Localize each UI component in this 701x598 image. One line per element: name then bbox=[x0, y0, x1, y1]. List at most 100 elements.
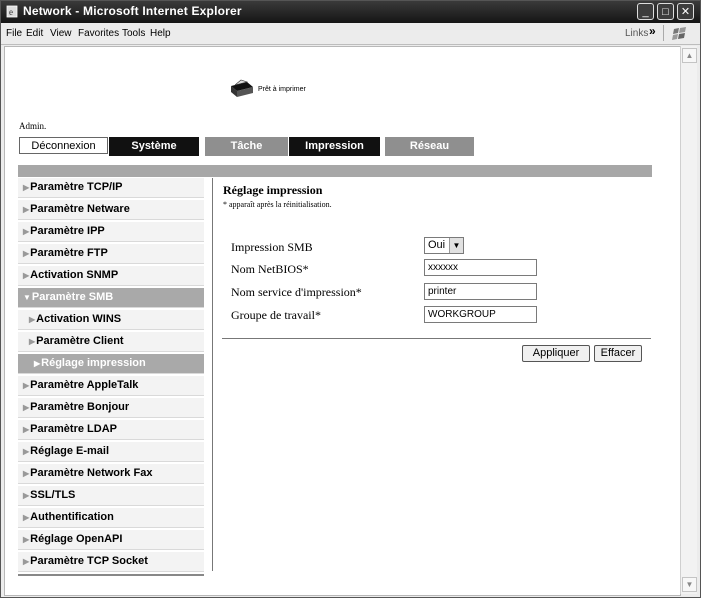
sidebar-item-label: Authentification bbox=[30, 511, 114, 523]
sidebar-item-label: Paramètre IPP bbox=[30, 225, 105, 237]
scroll-up-icon[interactable]: ▲ bbox=[682, 48, 697, 63]
sidebar-item-label: Paramètre AppleTalk bbox=[30, 379, 139, 391]
minimize-button[interactable]: _ bbox=[637, 3, 654, 20]
sidebar-item-appletalk[interactable]: ▶Paramètre AppleTalk bbox=[18, 376, 204, 396]
vertical-scrollbar[interactable]: ▲ ▼ bbox=[680, 46, 697, 594]
printer-icon bbox=[231, 79, 253, 97]
sidebar-item-label: Paramètre Netware bbox=[30, 203, 130, 215]
scroll-down-icon[interactable]: ▼ bbox=[682, 577, 697, 592]
menu-bar: File Edit View Favorites Tools Help Link… bbox=[1, 23, 700, 45]
menu-edit[interactable]: Edit bbox=[26, 28, 43, 39]
column-divider bbox=[212, 178, 213, 571]
links-chevron[interactable]: » bbox=[649, 24, 656, 38]
sidebar-item-email[interactable]: ▶Réglage E-mail bbox=[18, 442, 204, 462]
page-title: Réglage impression bbox=[223, 183, 323, 197]
triangle-right-icon: ▶ bbox=[23, 227, 30, 236]
sidebar-item-openapi[interactable]: ▶Réglage OpenAPI bbox=[18, 530, 204, 550]
smb-print-label: Impression SMB bbox=[231, 240, 313, 254]
triangle-right-icon: ▶ bbox=[23, 513, 30, 522]
logout-button[interactable]: Déconnexion bbox=[19, 137, 108, 154]
window-title: Network - Microsoft Internet Explorer bbox=[23, 4, 242, 18]
maximize-button[interactable]: □ bbox=[657, 3, 674, 20]
sidebar-divider bbox=[18, 574, 204, 576]
sidebar-item-label: Paramètre SMB bbox=[31, 291, 114, 303]
menu-tools[interactable]: Tools bbox=[122, 28, 145, 39]
sidebar-item-label: Paramètre Network Fax bbox=[30, 467, 153, 479]
sidebar-item-netware[interactable]: ▶Paramètre Netware bbox=[18, 200, 204, 220]
maximize-icon: □ bbox=[662, 6, 669, 18]
sidebar-item-label: Activation WINS bbox=[36, 313, 122, 325]
triangle-right-icon: ▶ bbox=[23, 469, 30, 478]
links-label[interactable]: Links bbox=[625, 28, 648, 39]
sidebar-item-ldap[interactable]: ▶Paramètre LDAP bbox=[18, 420, 204, 440]
triangle-down-icon: ▼ bbox=[23, 293, 31, 302]
triangle-right-icon: ▶ bbox=[23, 249, 30, 258]
sidebar-item-ftp[interactable]: ▶Paramètre FTP bbox=[18, 244, 204, 264]
sidebar-item-authentication[interactable]: ▶Authentification bbox=[18, 508, 204, 528]
menu-help[interactable]: Help bbox=[150, 28, 171, 39]
sidebar-item-bonjour[interactable]: ▶Paramètre Bonjour bbox=[18, 398, 204, 418]
triangle-right-icon: ▶ bbox=[23, 491, 30, 500]
workgroup-input[interactable]: WORKGROUP bbox=[424, 306, 537, 323]
sidebar-item-ipp[interactable]: ▶Paramètre IPP bbox=[18, 222, 204, 242]
tab-tache[interactable]: Tâche bbox=[205, 137, 288, 156]
close-icon: ✕ bbox=[680, 6, 691, 18]
triangle-right-icon: ▶ bbox=[23, 557, 30, 566]
sidebar-item-label: Réglage impression bbox=[41, 357, 146, 369]
dropdown-arrow-icon: ▼ bbox=[449, 238, 463, 253]
sidebar-item-snmp[interactable]: ▶Activation SNMP bbox=[18, 266, 204, 286]
menu-view[interactable]: View bbox=[50, 28, 72, 39]
ie-icon: e bbox=[6, 5, 18, 18]
netbios-name-label: Nom NetBIOS* bbox=[231, 262, 309, 276]
reset-note: * apparaît après la réinitialisation. bbox=[223, 200, 332, 209]
sidebar-item-print-settings[interactable]: ▶Réglage impression bbox=[18, 354, 204, 374]
sidebar-item-label: Paramètre TCP/IP bbox=[30, 181, 123, 193]
sidebar-item-smb[interactable]: ▼Paramètre SMB bbox=[18, 288, 204, 308]
sidebar-item-label: Paramètre FTP bbox=[30, 247, 108, 259]
triangle-right-icon: ▶ bbox=[23, 447, 30, 456]
form-divider bbox=[222, 338, 651, 339]
sidebar-item-label: Réglage OpenAPI bbox=[30, 533, 123, 545]
main-content: Réglage impression * apparaît après la r… bbox=[223, 183, 332, 209]
triangle-right-icon: ▶ bbox=[23, 183, 30, 192]
triangle-right-icon: ▶ bbox=[29, 337, 36, 346]
netbios-name-input[interactable]: xxxxxx bbox=[424, 259, 537, 276]
sidebar-item-client[interactable]: ▶Paramètre Client bbox=[18, 332, 204, 352]
tab-systeme[interactable]: Système bbox=[109, 137, 199, 156]
sidebar-item-ssl-tls[interactable]: ▶SSL/TLS bbox=[18, 486, 204, 506]
triangle-right-icon: ▶ bbox=[34, 359, 41, 368]
print-service-name-input[interactable]: printer bbox=[424, 283, 537, 300]
sidebar-item-label: Paramètre Client bbox=[36, 335, 124, 347]
sidebar-item-tcpip[interactable]: ▶Paramètre TCP/IP bbox=[18, 178, 204, 198]
minimize-icon: _ bbox=[642, 6, 649, 18]
triangle-right-icon: ▶ bbox=[23, 271, 30, 280]
printer-status: Prêt à imprimer bbox=[258, 86, 306, 93]
sidebar: ▶Paramètre TCP/IP ▶Paramètre Netware ▶Pa… bbox=[18, 178, 204, 576]
clear-button[interactable]: Effacer bbox=[594, 345, 642, 362]
close-button[interactable]: ✕ bbox=[677, 3, 694, 20]
triangle-right-icon: ▶ bbox=[23, 425, 30, 434]
tab-reseau[interactable]: Réseau bbox=[385, 137, 474, 156]
triangle-right-icon: ▶ bbox=[23, 381, 30, 390]
title-bar: e Network - Microsoft Internet Explorer … bbox=[1, 1, 700, 23]
apply-button[interactable]: Appliquer bbox=[522, 345, 590, 362]
menu-separator bbox=[663, 25, 664, 41]
windows-flag-icon bbox=[672, 27, 686, 40]
sidebar-item-label: Paramètre LDAP bbox=[30, 423, 117, 435]
workgroup-label: Groupe de travail* bbox=[231, 308, 321, 322]
menu-file[interactable]: File bbox=[6, 28, 22, 39]
smb-print-select[interactable]: Oui ▼ bbox=[424, 237, 464, 254]
triangle-right-icon: ▶ bbox=[23, 403, 30, 412]
sidebar-item-wins[interactable]: ▶Activation WINS bbox=[18, 310, 204, 330]
sidebar-item-tcp-socket[interactable]: ▶Paramètre TCP Socket bbox=[18, 552, 204, 572]
user-label: Admin. bbox=[19, 121, 47, 131]
triangle-right-icon: ▶ bbox=[23, 205, 30, 214]
header-band bbox=[18, 165, 652, 177]
menu-favorites[interactable]: Favorites bbox=[78, 28, 119, 39]
sidebar-item-label: Paramètre TCP Socket bbox=[30, 555, 148, 567]
tab-impression[interactable]: Impression bbox=[289, 137, 380, 156]
sidebar-item-label: Réglage E-mail bbox=[30, 445, 110, 457]
sidebar-item-network-fax[interactable]: ▶Paramètre Network Fax bbox=[18, 464, 204, 484]
sidebar-item-label: SSL/TLS bbox=[30, 489, 76, 501]
svg-text:e: e bbox=[9, 7, 13, 17]
